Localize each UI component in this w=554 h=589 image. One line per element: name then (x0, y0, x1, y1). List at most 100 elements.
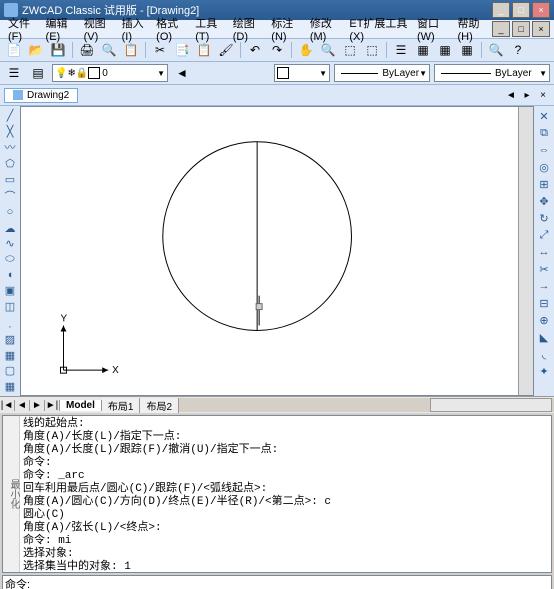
menu-edit[interactable]: 编辑(E) (42, 15, 80, 43)
ellipsearc-icon[interactable]: ◖ (2, 268, 18, 283)
explode-icon[interactable]: ✦ (536, 363, 552, 379)
tab-model[interactable]: Model (60, 400, 102, 411)
sheet-nav-first[interactable]: |◄ (0, 400, 15, 411)
offset-icon[interactable]: ◎ (536, 159, 552, 175)
chamfer-icon[interactable]: ◣ (536, 329, 552, 345)
pline-icon[interactable]: 〰 (2, 139, 18, 155)
layer-props-icon[interactable]: ☰ (4, 63, 24, 83)
calc-icon[interactable]: ▦ (457, 40, 477, 60)
paste-icon[interactable]: 📋 (194, 40, 214, 60)
sheet-nav-prev[interactable]: ◄ (15, 400, 30, 411)
redo-icon[interactable]: ↷ (267, 40, 287, 60)
doc-minimize-button[interactable]: _ (492, 21, 510, 37)
minimize-button[interactable]: _ (492, 2, 510, 18)
menu-view[interactable]: 视图(V) (80, 15, 118, 43)
rotate-icon[interactable]: ↻ (536, 210, 552, 226)
point-icon[interactable]: ﹒ (2, 315, 18, 331)
linetype-combo[interactable]: ByLayer▼ (334, 64, 430, 82)
join-icon[interactable]: ⊕ (536, 312, 552, 328)
spline-icon[interactable]: ∿ (2, 236, 18, 251)
print-icon[interactable]: 🖨 (77, 40, 97, 60)
tab-close-icon[interactable]: × (536, 90, 550, 101)
cut-icon[interactable]: ✂ (150, 40, 170, 60)
layer-prev-icon[interactable]: ◄ (172, 63, 192, 83)
polygon-icon[interactable]: ⬠ (2, 156, 18, 171)
preview-icon[interactable]: 🔍 (99, 40, 119, 60)
array-icon[interactable]: ⊞ (536, 176, 552, 192)
zoom-win-icon[interactable]: ⬚ (340, 40, 360, 60)
line-icon[interactable]: ╱ (2, 108, 18, 123)
cmd-line: 角度(A)/圆心(C)/方向(D)/终点(E)/半径(R)/<第二点>: c (23, 496, 549, 509)
tab-layout2[interactable]: 布局2 (140, 398, 179, 413)
fillet-icon[interactable]: ◟ (536, 346, 552, 362)
menu-draw[interactable]: 绘图(D) (229, 15, 268, 43)
extend-icon[interactable]: → (536, 278, 552, 294)
doc-maximize-button[interactable]: □ (512, 21, 530, 37)
mirror-icon[interactable]: ⇔ (536, 142, 552, 158)
tp-icon[interactable]: ▦ (435, 40, 455, 60)
pan-icon[interactable]: ✋ (296, 40, 316, 60)
menu-window[interactable]: 窗口(W) (413, 15, 454, 43)
copy-icon[interactable]: 📑 (172, 40, 192, 60)
tab-layout1[interactable]: 布局1 (102, 398, 141, 413)
sheet-nav-next[interactable]: ► (30, 400, 45, 411)
rectangle-icon[interactable]: ▭ (2, 172, 18, 187)
menu-help[interactable]: 帮助(H) (453, 15, 492, 43)
canvas-svg: X Y (21, 107, 533, 395)
menu-dimension[interactable]: 标注(N) (267, 15, 306, 43)
menu-format[interactable]: 格式(O) (152, 15, 191, 43)
revcloud-icon[interactable]: ☁ (2, 221, 18, 236)
region-icon[interactable]: ▢ (2, 364, 18, 379)
color-combo[interactable]: ▼ (274, 64, 330, 82)
ellipse-icon[interactable]: ⬭ (2, 252, 18, 267)
move-icon[interactable]: ✥ (536, 193, 552, 209)
document-tab[interactable]: Drawing2 (4, 88, 78, 103)
arc-icon[interactable]: ⌒ (2, 188, 18, 204)
new-icon[interactable]: 📄 (4, 40, 24, 60)
break-icon[interactable]: ⊟ (536, 295, 552, 311)
publish-icon[interactable]: 📋 (121, 40, 141, 60)
doc-close-button[interactable]: × (532, 21, 550, 37)
zoom-prev-icon[interactable]: ⬚ (362, 40, 382, 60)
menu-et[interactable]: ET扩展工具(X) (345, 15, 413, 43)
hscrollbar[interactable] (179, 398, 554, 412)
scale-icon[interactable]: ⤢ (536, 227, 552, 243)
props-icon[interactable]: ☰ (391, 40, 411, 60)
command-history[interactable]: 最小化 线的起始点: 角度(A)/长度(L)/指定下一点: 角度(A)/长度(L… (2, 415, 552, 573)
tab-left-icon[interactable]: ◄ (504, 90, 518, 101)
trim-icon[interactable]: ✂ (536, 261, 552, 277)
zoom-rt-icon[interactable]: 🔍 (318, 40, 338, 60)
insert-icon[interactable]: ▣ (2, 284, 18, 299)
circle-icon[interactable]: ○ (2, 205, 18, 220)
undo-icon[interactable]: ↶ (245, 40, 265, 60)
table-icon[interactable]: ▦ (2, 379, 18, 394)
dc-icon[interactable]: ▦ (413, 40, 433, 60)
erase-icon[interactable]: ✕ (536, 108, 552, 124)
block-icon[interactable]: ◫ (2, 299, 18, 314)
open-icon[interactable]: 📂 (26, 40, 46, 60)
find-icon[interactable]: 🔍 (486, 40, 506, 60)
layer-state-icon[interactable]: ▤ (28, 63, 48, 83)
stretch-icon[interactable]: ↔ (536, 244, 552, 260)
vscrollbar[interactable] (518, 107, 533, 395)
drawing-canvas[interactable]: X Y (20, 106, 534, 396)
matchprop-icon[interactable]: 🖌 (216, 40, 236, 60)
xline-icon[interactable]: ╳ (2, 124, 18, 139)
command-input[interactable] (34, 577, 549, 589)
menu-modify[interactable]: 修改(M) (306, 15, 346, 43)
save-icon[interactable]: 💾 (48, 40, 68, 60)
hatch-icon[interactable]: ▨ (2, 332, 18, 347)
copy-obj-icon[interactable]: ⧉ (536, 125, 552, 141)
sheet-nav-last[interactable]: ►| (45, 400, 60, 411)
menu-file[interactable]: 文件(F) (4, 15, 42, 43)
doc-tab-label: Drawing2 (27, 90, 69, 101)
help-icon[interactable]: ? (508, 40, 528, 60)
tab-right-icon[interactable]: ▸ (520, 90, 534, 101)
layer-combo[interactable]: 💡❄🔒0▼ (52, 64, 168, 82)
close-button[interactable]: × (532, 2, 550, 18)
maximize-button[interactable]: □ (512, 2, 530, 18)
lineweight-combo[interactable]: ByLayer▼ (434, 64, 550, 82)
gradient-icon[interactable]: ▦ (2, 348, 18, 363)
menu-tools[interactable]: 工具(T) (191, 15, 229, 43)
menu-insert[interactable]: 插入(I) (118, 15, 153, 43)
